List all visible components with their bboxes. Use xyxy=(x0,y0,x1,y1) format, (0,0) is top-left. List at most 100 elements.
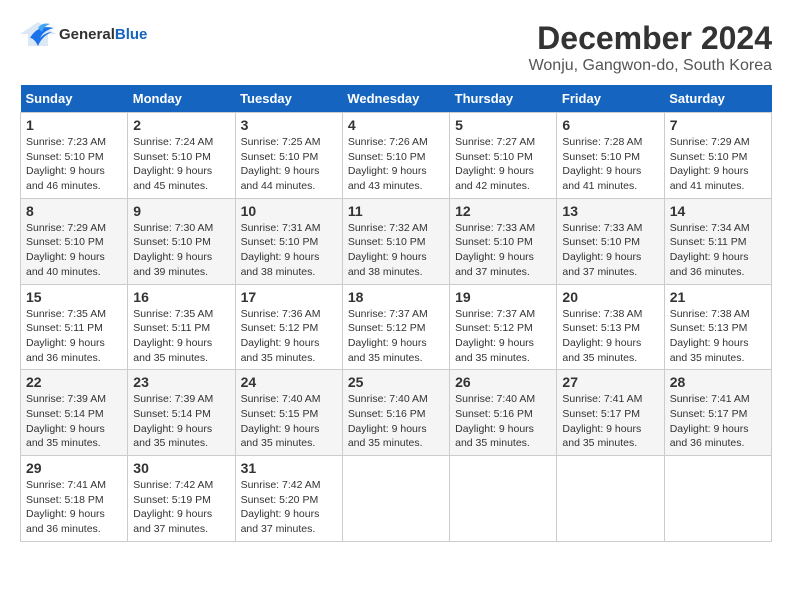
day-header-row: Sunday Monday Tuesday Wednesday Thursday… xyxy=(21,85,772,113)
calendar-cell: 4 Sunrise: 7:26 AMSunset: 5:10 PMDayligh… xyxy=(342,113,449,199)
page-container: General Blue December 2024 Wonju, Gangwo… xyxy=(20,20,772,542)
day-number: 2 xyxy=(133,117,229,133)
cell-info: Sunrise: 7:40 AMSunset: 5:15 PMDaylight:… xyxy=(241,393,321,449)
calendar-cell: 1 Sunrise: 7:23 AMSunset: 5:10 PMDayligh… xyxy=(21,113,128,199)
day-number: 1 xyxy=(26,117,122,133)
cell-info: Sunrise: 7:31 AMSunset: 5:10 PMDaylight:… xyxy=(241,222,321,278)
day-number: 31 xyxy=(241,460,337,476)
day-number: 18 xyxy=(348,289,444,305)
calendar-cell: 10 Sunrise: 7:31 AMSunset: 5:10 PMDaylig… xyxy=(235,198,342,284)
calendar-cell: 23 Sunrise: 7:39 AMSunset: 5:14 PMDaylig… xyxy=(128,370,235,456)
cell-info: Sunrise: 7:32 AMSunset: 5:10 PMDaylight:… xyxy=(348,222,428,278)
cell-info: Sunrise: 7:33 AMSunset: 5:10 PMDaylight:… xyxy=(455,222,535,278)
day-number: 12 xyxy=(455,203,551,219)
day-number: 15 xyxy=(26,289,122,305)
cell-info: Sunrise: 7:35 AMSunset: 5:11 PMDaylight:… xyxy=(26,308,106,364)
day-number: 10 xyxy=(241,203,337,219)
cell-info: Sunrise: 7:38 AMSunset: 5:13 PMDaylight:… xyxy=(562,308,642,364)
day-number: 14 xyxy=(670,203,766,219)
day-number: 25 xyxy=(348,374,444,390)
main-title: December 2024 xyxy=(529,20,772,57)
calendar-cell: 26 Sunrise: 7:40 AMSunset: 5:16 PMDaylig… xyxy=(450,370,557,456)
subtitle: Wonju, Gangwon-do, South Korea xyxy=(529,57,772,75)
header-wednesday: Wednesday xyxy=(342,85,449,113)
calendar-cell: 28 Sunrise: 7:41 AMSunset: 5:17 PMDaylig… xyxy=(664,370,771,456)
calendar-cell: 8 Sunrise: 7:29 AMSunset: 5:10 PMDayligh… xyxy=(21,198,128,284)
cell-info: Sunrise: 7:41 AMSunset: 5:18 PMDaylight:… xyxy=(26,479,106,535)
day-number: 19 xyxy=(455,289,551,305)
cell-info: Sunrise: 7:25 AMSunset: 5:10 PMDaylight:… xyxy=(241,136,321,192)
cell-info: Sunrise: 7:39 AMSunset: 5:14 PMDaylight:… xyxy=(133,393,213,449)
header-saturday: Saturday xyxy=(664,85,771,113)
calendar-cell xyxy=(342,456,449,542)
header-tuesday: Tuesday xyxy=(235,85,342,113)
cell-info: Sunrise: 7:26 AMSunset: 5:10 PMDaylight:… xyxy=(348,136,428,192)
calendar-cell: 20 Sunrise: 7:38 AMSunset: 5:13 PMDaylig… xyxy=(557,284,664,370)
day-number: 8 xyxy=(26,203,122,219)
day-number: 5 xyxy=(455,117,551,133)
calendar-cell: 22 Sunrise: 7:39 AMSunset: 5:14 PMDaylig… xyxy=(21,370,128,456)
cell-info: Sunrise: 7:39 AMSunset: 5:14 PMDaylight:… xyxy=(26,393,106,449)
day-number: 11 xyxy=(348,203,444,219)
calendar-cell: 6 Sunrise: 7:28 AMSunset: 5:10 PMDayligh… xyxy=(557,113,664,199)
day-number: 6 xyxy=(562,117,658,133)
calendar-cell: 11 Sunrise: 7:32 AMSunset: 5:10 PMDaylig… xyxy=(342,198,449,284)
day-number: 22 xyxy=(26,374,122,390)
calendar-cell: 25 Sunrise: 7:40 AMSunset: 5:16 PMDaylig… xyxy=(342,370,449,456)
calendar-cell: 30 Sunrise: 7:42 AMSunset: 5:19 PMDaylig… xyxy=(128,456,235,542)
cell-info: Sunrise: 7:28 AMSunset: 5:10 PMDaylight:… xyxy=(562,136,642,192)
cell-info: Sunrise: 7:42 AMSunset: 5:20 PMDaylight:… xyxy=(241,479,321,535)
header-friday: Friday xyxy=(557,85,664,113)
cell-info: Sunrise: 7:38 AMSunset: 5:13 PMDaylight:… xyxy=(670,308,750,364)
day-number: 17 xyxy=(241,289,337,305)
day-number: 26 xyxy=(455,374,551,390)
cell-info: Sunrise: 7:41 AMSunset: 5:17 PMDaylight:… xyxy=(670,393,750,449)
cell-info: Sunrise: 7:42 AMSunset: 5:19 PMDaylight:… xyxy=(133,479,213,535)
cell-info: Sunrise: 7:24 AMSunset: 5:10 PMDaylight:… xyxy=(133,136,213,192)
calendar-cell: 13 Sunrise: 7:33 AMSunset: 5:10 PMDaylig… xyxy=(557,198,664,284)
cell-info: Sunrise: 7:30 AMSunset: 5:10 PMDaylight:… xyxy=(133,222,213,278)
cell-info: Sunrise: 7:36 AMSunset: 5:12 PMDaylight:… xyxy=(241,308,321,364)
header-monday: Monday xyxy=(128,85,235,113)
calendar-cell xyxy=(664,456,771,542)
title-block: December 2024 Wonju, Gangwon-do, South K… xyxy=(529,20,772,75)
calendar-cell: 16 Sunrise: 7:35 AMSunset: 5:11 PMDaylig… xyxy=(128,284,235,370)
cell-info: Sunrise: 7:40 AMSunset: 5:16 PMDaylight:… xyxy=(348,393,428,449)
day-number: 21 xyxy=(670,289,766,305)
day-number: 4 xyxy=(348,117,444,133)
calendar-cell: 17 Sunrise: 7:36 AMSunset: 5:12 PMDaylig… xyxy=(235,284,342,370)
day-number: 23 xyxy=(133,374,229,390)
day-number: 13 xyxy=(562,203,658,219)
day-number: 24 xyxy=(241,374,337,390)
header-sunday: Sunday xyxy=(21,85,128,113)
calendar-cell: 18 Sunrise: 7:37 AMSunset: 5:12 PMDaylig… xyxy=(342,284,449,370)
cell-info: Sunrise: 7:41 AMSunset: 5:17 PMDaylight:… xyxy=(562,393,642,449)
cell-info: Sunrise: 7:29 AMSunset: 5:10 PMDaylight:… xyxy=(26,222,106,278)
day-number: 28 xyxy=(670,374,766,390)
logo-general: General xyxy=(59,26,115,43)
calendar-cell: 27 Sunrise: 7:41 AMSunset: 5:17 PMDaylig… xyxy=(557,370,664,456)
cell-info: Sunrise: 7:23 AMSunset: 5:10 PMDaylight:… xyxy=(26,136,106,192)
calendar-cell: 9 Sunrise: 7:30 AMSunset: 5:10 PMDayligh… xyxy=(128,198,235,284)
calendar-cell: 21 Sunrise: 7:38 AMSunset: 5:13 PMDaylig… xyxy=(664,284,771,370)
calendar-table: Sunday Monday Tuesday Wednesday Thursday… xyxy=(20,85,772,542)
header-thursday: Thursday xyxy=(450,85,557,113)
day-number: 30 xyxy=(133,460,229,476)
cell-info: Sunrise: 7:37 AMSunset: 5:12 PMDaylight:… xyxy=(455,308,535,364)
calendar-cell: 31 Sunrise: 7:42 AMSunset: 5:20 PMDaylig… xyxy=(235,456,342,542)
calendar-cell: 24 Sunrise: 7:40 AMSunset: 5:15 PMDaylig… xyxy=(235,370,342,456)
calendar-cell xyxy=(557,456,664,542)
day-number: 20 xyxy=(562,289,658,305)
calendar-cell: 19 Sunrise: 7:37 AMSunset: 5:12 PMDaylig… xyxy=(450,284,557,370)
logo-blue: Blue xyxy=(115,26,148,43)
calendar-cell: 3 Sunrise: 7:25 AMSunset: 5:10 PMDayligh… xyxy=(235,113,342,199)
cell-info: Sunrise: 7:35 AMSunset: 5:11 PMDaylight:… xyxy=(133,308,213,364)
day-number: 3 xyxy=(241,117,337,133)
logo: General Blue xyxy=(20,20,147,48)
cell-info: Sunrise: 7:27 AMSunset: 5:10 PMDaylight:… xyxy=(455,136,535,192)
calendar-cell: 7 Sunrise: 7:29 AMSunset: 5:10 PMDayligh… xyxy=(664,113,771,199)
calendar-cell: 12 Sunrise: 7:33 AMSunset: 5:10 PMDaylig… xyxy=(450,198,557,284)
cell-info: Sunrise: 7:37 AMSunset: 5:12 PMDaylight:… xyxy=(348,308,428,364)
day-number: 29 xyxy=(26,460,122,476)
calendar-cell xyxy=(450,456,557,542)
